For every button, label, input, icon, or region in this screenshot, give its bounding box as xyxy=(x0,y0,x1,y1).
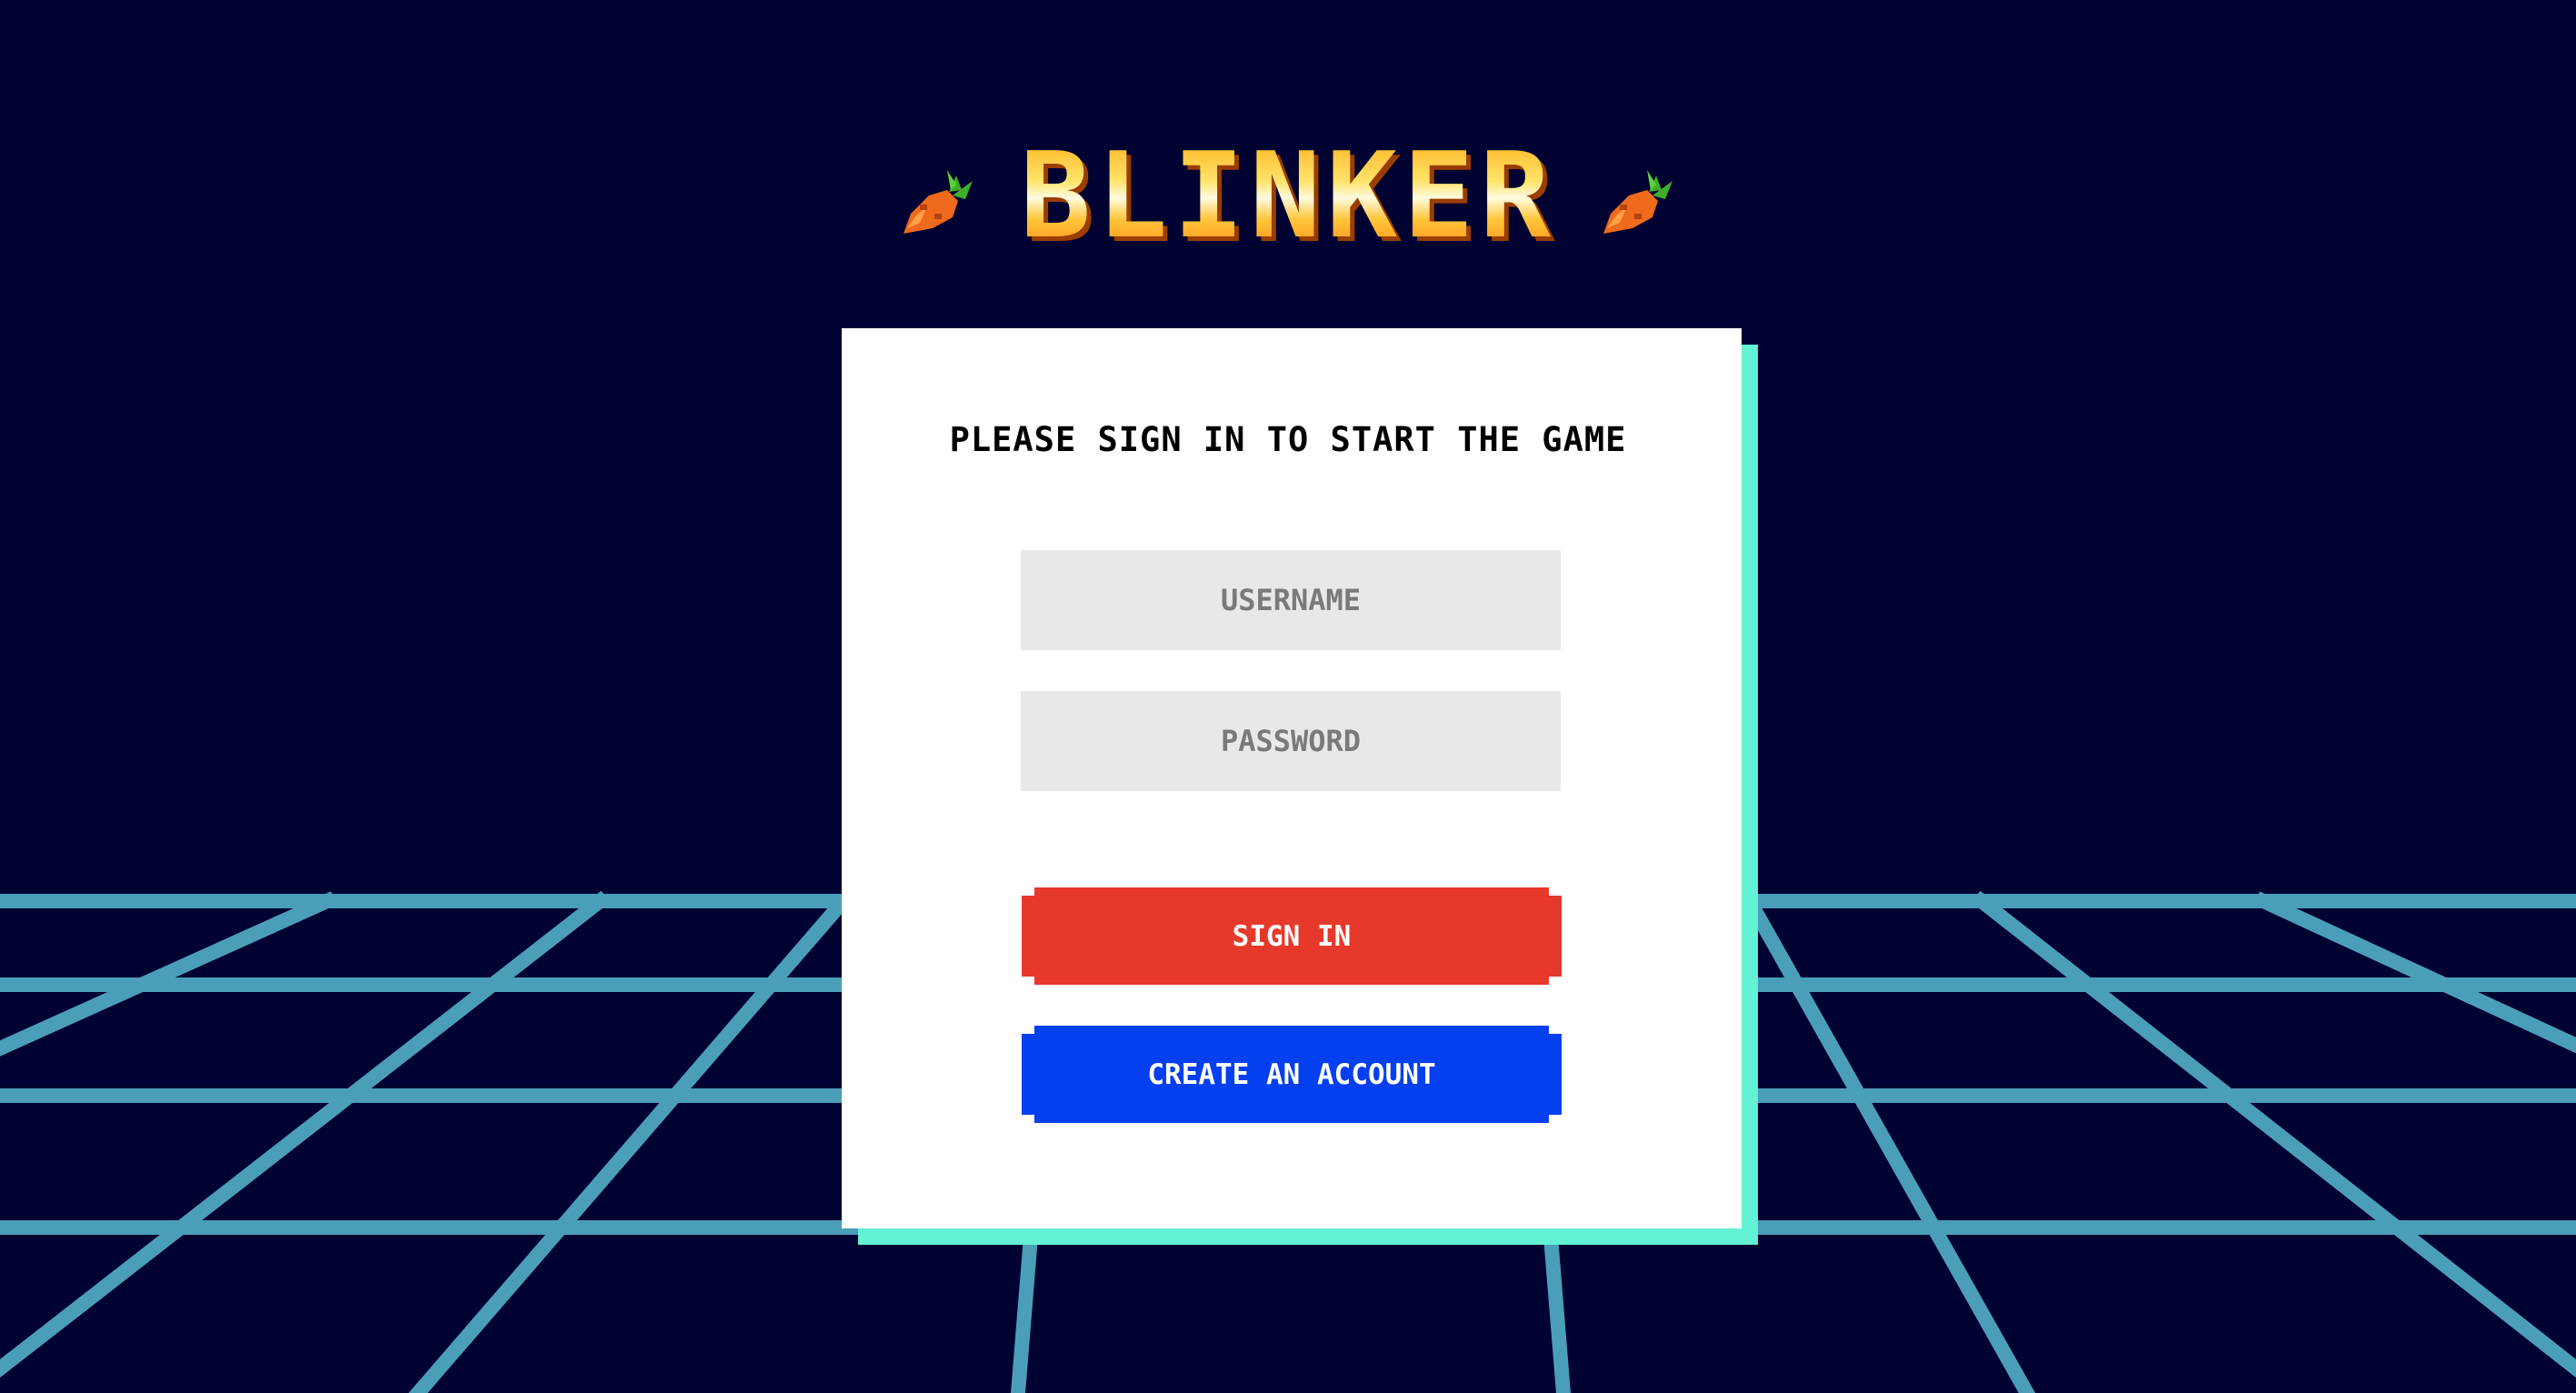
carrot-icon xyxy=(1603,170,1672,234)
sign-in-button[interactable]: SIGN IN xyxy=(1022,887,1562,985)
password-input[interactable] xyxy=(1021,691,1561,791)
game-title: BLINKER xyxy=(1020,126,1556,265)
create-account-button[interactable]: CREATE AN ACCOUNT xyxy=(1022,1026,1562,1123)
game-title-bar: BLINKER xyxy=(0,136,2576,255)
carrot-icon xyxy=(904,170,973,234)
username-input[interactable] xyxy=(1021,550,1561,650)
login-heading: PLEASE SIGN IN TO START THE GAME xyxy=(949,420,1627,459)
